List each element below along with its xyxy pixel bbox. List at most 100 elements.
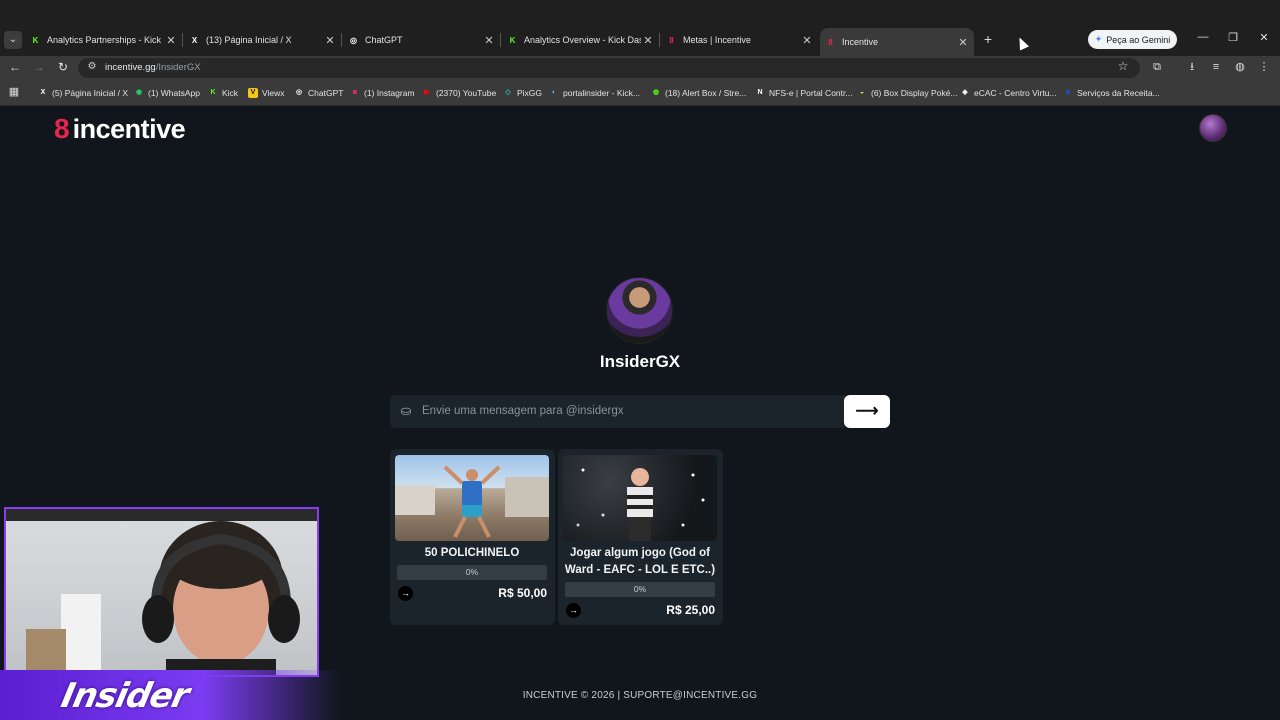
x-icon: X [40,89,46,96]
bookmark-star-icon[interactable]: ☆ [1116,59,1130,73]
instagram-icon: ◙ [352,89,358,96]
viewx-icon: V [248,88,258,98]
tab-analytics-overview[interactable]: K Analytics Overview - Kick Dashb ✕ [507,29,655,51]
tab-incentive-active[interactable]: 8 Incentive ✕ [820,28,974,56]
bookmark-kick[interactable]: K Kick [208,86,238,100]
tab-title: ChatGPT [365,35,403,45]
chatgpt-icon: ◎ [350,35,357,45]
youtube-icon: ▶ [424,89,430,96]
tab-chatgpt[interactable]: ◎ ChatGPT ✕ [348,29,496,51]
url-text[interactable]: incentive.gg/InsiderGX [105,62,201,73]
close-tab-icon[interactable]: ✕ [800,34,814,47]
bookmark-portalinsider[interactable]: ◐ portalinsider - Kick... [549,86,640,100]
bookmark-instagram[interactable]: ◙ (1) Instagram [350,86,415,100]
tab-x-home[interactable]: X (13) Página Inicial / X ✕ [189,29,337,51]
new-tab-button[interactable]: + [981,31,995,47]
tab-title: (13) Página Inicial / X [206,35,292,45]
webcam-overlay [4,507,319,677]
bookmark-nfse[interactable]: N NFS-e | Portal Contr... [755,86,852,100]
url-path: /InsiderGX [155,62,201,73]
goal-contribute-button[interactable]: → [398,586,413,601]
minimize-icon[interactable]: — [1193,31,1213,43]
close-tab-icon[interactable]: ✕ [956,36,970,49]
nfse-icon: N [757,89,763,96]
bookmark-label: portalinsider - Kick... [563,88,640,98]
ecac-icon: ◈ [962,89,968,96]
chatgpt-icon: ◎ [295,89,303,96]
tab-title: Incentive [842,37,879,47]
bookmark-label: Serviços da Receita... [1077,88,1160,98]
logo-mark: 8 [54,113,70,144]
receita-icon: ◆ [1065,89,1071,96]
apps-grid-icon[interactable]: ▦ [8,86,20,98]
bookmark-alertbox[interactable]: ◍ (18) Alert Box / Stre... [651,86,746,100]
site-info-icon[interactable]: ⚙ [86,61,98,73]
bookmark-label: (1) Instagram [364,88,415,98]
tab-metas-incentive[interactable]: 8 Metas | Incentive ✕ [666,29,814,51]
portal-icon: ◐ [551,89,557,96]
reload-icon[interactable]: ↻ [55,59,71,75]
goal-image-figure [576,468,705,541]
media-control-icon[interactable]: ≡ [1208,59,1224,75]
goal-progress-bar: 0% [565,582,715,597]
stream-banner-logo: Insider [57,676,193,716]
goal-image [563,455,717,541]
page-footer: INCENTIVE © 2026 | SUPORTE@INCENTIVE.GG [522,690,758,701]
bookmark-label: (6) Box Display Poké... [871,88,958,98]
tab-title: Metas | Incentive [683,35,751,45]
bookmark-viewx[interactable]: V Viewx [248,86,285,100]
kick-icon: K [210,89,216,96]
bookmark-ecac[interactable]: ◈ eCAC - Centro Virtu... [960,86,1056,100]
forward-icon[interactable]: → [31,59,47,75]
menu-kebab-icon[interactable]: ⋮ [1256,59,1272,75]
goal-image [395,455,549,541]
close-tab-icon[interactable]: ✕ [641,34,655,47]
goal-price: R$ 25,00 [666,603,715,617]
bookmark-whatsapp[interactable]: ◉ (1) WhatsApp [134,86,200,100]
bookmark-label: (18) Alert Box / Stre... [665,88,747,98]
bookmark-receita[interactable]: ◆ Serviços da Receita... [1063,86,1160,100]
goal-image-figure [395,465,549,538]
send-button[interactable]: ⟶ [844,395,890,428]
bookmark-label: (5) Página Inicial / X [52,88,129,98]
bookmark-chatgpt[interactable]: ◎ ChatGPT [294,86,344,100]
restore-icon[interactable]: ❐ [1223,31,1243,44]
arrow-right-icon: → [401,588,410,598]
incentive-logo[interactable]: 8 incentive [54,113,186,145]
user-avatar[interactable] [1199,114,1227,142]
back-icon[interactable]: ← [7,59,23,75]
pixgg-icon: ◇ [505,89,511,96]
gemini-label: Peça ao Gemini [1106,34,1171,45]
tab-analytics-partnerships[interactable]: K Analytics Partnerships - Kick Da ✕ [30,29,178,51]
extensions-icon[interactable]: ⧉ [1149,59,1165,75]
incentive-icon: 8 [828,37,833,47]
profile-icon[interactable]: ◍ [1232,59,1248,75]
bookmark-youtube[interactable]: ▶ (2370) YouTube [422,86,496,100]
goal-contribute-button[interactable]: → [566,603,581,618]
goal-title: Jogar algum jogo (God of Ward - EAFC - L… [564,547,716,576]
address-bar[interactable] [78,58,1140,78]
close-tab-icon[interactable]: ✕ [482,34,496,47]
bookmark-label: (2370) YouTube [436,88,497,98]
bookmark-box-display[interactable]: ◒ (6) Box Display Poké... [857,86,958,100]
close-window-icon[interactable]: ✕ [1254,31,1274,44]
logo-text: incentive [72,114,186,144]
bookmark-x[interactable]: X (5) Página Inicial / X [38,86,128,100]
goal-progress-bar: 0% [397,565,547,580]
download-icon[interactable]: ⭳ [1184,59,1200,75]
bookmark-label: PixGG [517,88,543,98]
tab-search-button[interactable]: ⌄ [4,31,22,49]
message-input[interactable] [422,400,832,422]
close-tab-icon[interactable]: ✕ [323,34,337,47]
bookmark-pixgg[interactable]: ◇ PixGG [503,86,542,100]
url-host: incentive.gg [105,62,156,73]
close-tab-icon[interactable]: ✕ [164,34,178,47]
alertbox-icon: ◍ [652,89,660,96]
bookmark-label: NFS-e | Portal Contr... [769,88,853,98]
sparkle-icon: ✦ [1094,34,1103,44]
pokemon-icon: ◒ [859,89,865,96]
streamer-avatar [606,277,673,344]
x-icon: X [191,35,198,45]
arrow-right-icon: ⟶ [855,403,879,420]
gemini-button[interactable]: ✦ Peça ao Gemini [1088,30,1177,49]
